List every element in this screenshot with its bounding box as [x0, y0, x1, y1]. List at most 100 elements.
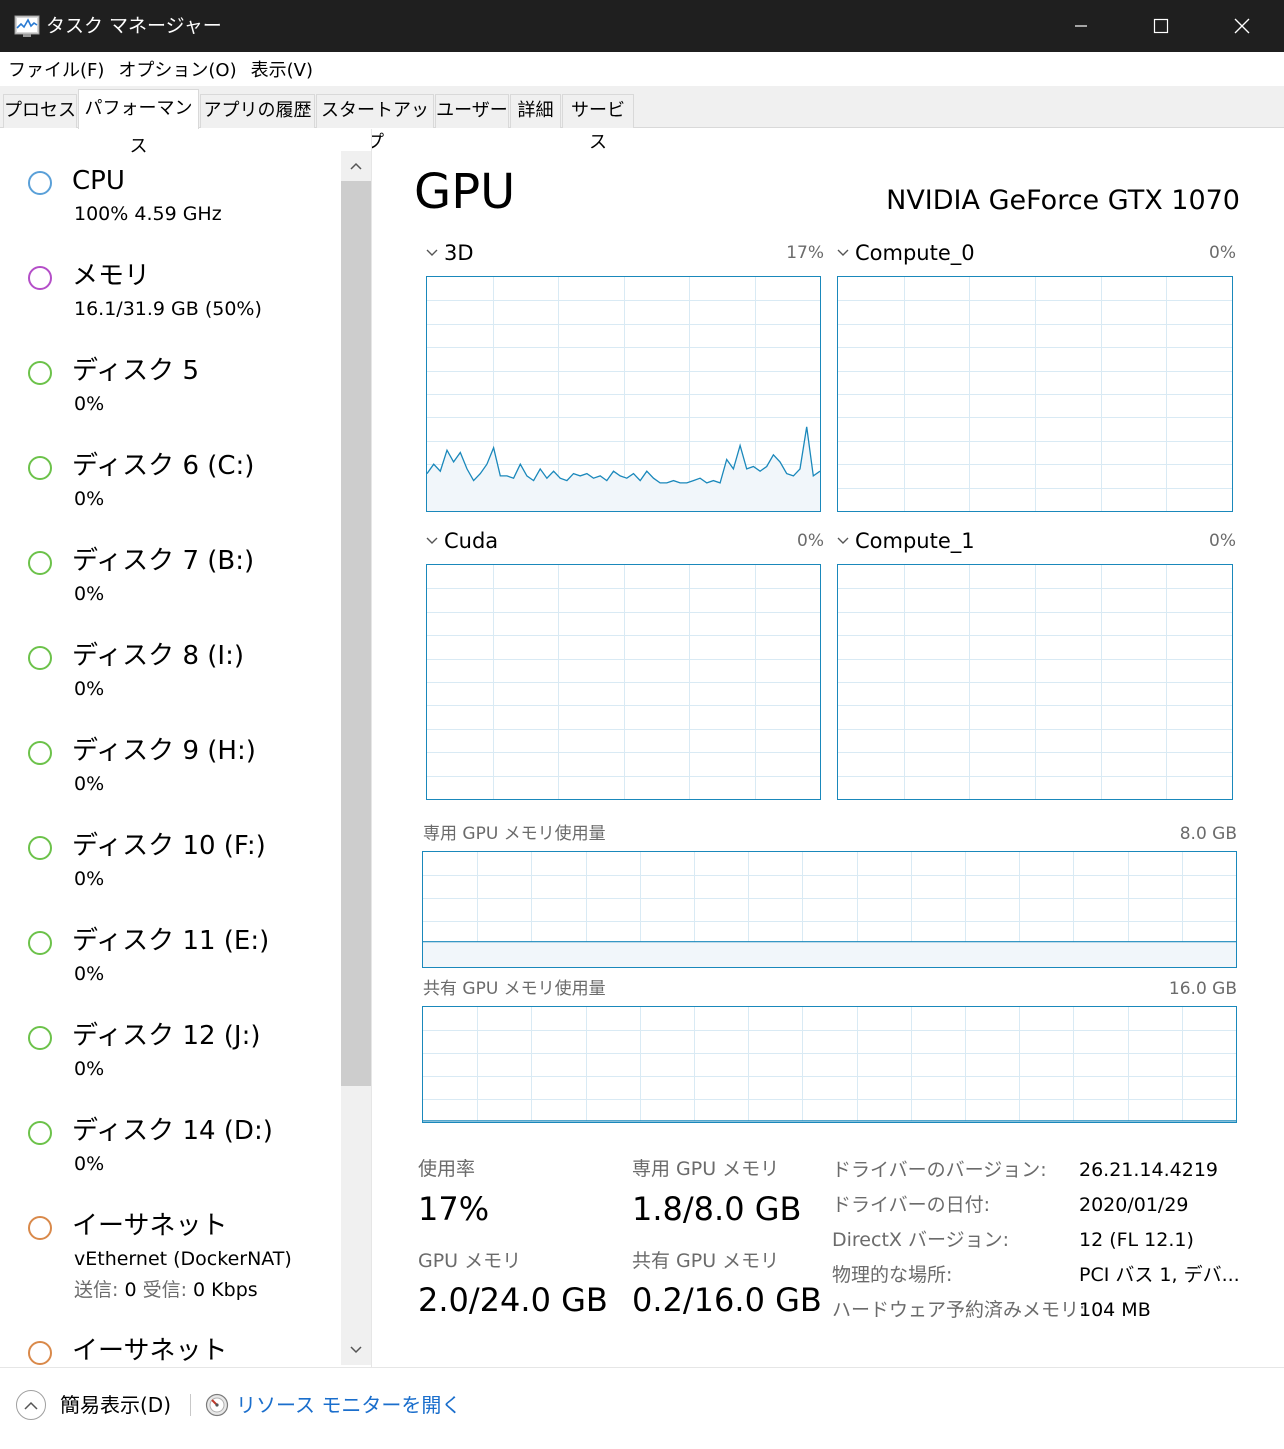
- graph-cuda: [426, 564, 821, 800]
- engine-label-3d[interactable]: 3D: [444, 240, 474, 266]
- sidebar-item-label: ディスク 9 (H:): [72, 736, 256, 766]
- chevron-down-icon: [350, 1346, 362, 1354]
- sidebar-item-memory[interactable]: メモリ 16.1/31.9 GB (50%): [0, 259, 340, 354]
- driver-date-label: ドライバーの日付:: [832, 1194, 991, 1216]
- tab-services[interactable]: サービス: [562, 94, 634, 153]
- graph-3d: [426, 276, 821, 512]
- chevron-down-icon[interactable]: [426, 537, 438, 545]
- sidebar-item-disk-9[interactable]: ディスク 9 (H:) 0%: [0, 734, 340, 829]
- sidebar-item-label: イーサネット: [72, 1336, 228, 1366]
- tab-users[interactable]: ユーザー: [435, 94, 509, 128]
- sidebar-item-disk-6[interactable]: ディスク 6 (C:) 0%: [0, 449, 340, 544]
- menu-options[interactable]: オプション(O): [118, 56, 236, 82]
- minimize-button[interactable]: [1041, 0, 1121, 52]
- sidebar-item-label: ディスク 11 (E:): [72, 926, 270, 956]
- physical-location-value: PCI バス 1, デバ...: [1079, 1264, 1240, 1286]
- sidebar-item-ethernet-2[interactable]: イーサネット: [0, 1334, 340, 1367]
- chevron-down-icon[interactable]: [837, 249, 849, 257]
- memory-status-icon: [28, 266, 52, 290]
- graph-shared-memory: [422, 1006, 1237, 1123]
- shared-memory-max: 16.0 GB: [1168, 979, 1237, 999]
- tab-app-history[interactable]: アプリの履歴: [200, 94, 315, 128]
- menu-bar: ファイル(F) オプション(O) 表示(V): [0, 52, 1284, 86]
- disk-status-icon: [28, 646, 52, 670]
- sidebar-item-detail: 0%: [74, 1058, 105, 1080]
- send-label: 送信:: [74, 1279, 119, 1301]
- graph-shared-memory-plot: [423, 1007, 1236, 1122]
- tab-bar: プロセス パフォーマンス アプリの履歴 スタートアップ ユーザー 詳細 サービス: [0, 86, 1284, 157]
- dedicated-gpu-memory-label: 専用 GPU メモリ: [632, 1158, 780, 1180]
- sidebar-item-label: ディスク 6 (C:): [72, 451, 255, 481]
- sidebar-item-cpu[interactable]: CPU 100% 4.59 GHz: [0, 164, 340, 259]
- reserved-memory-value: 104 MB: [1079, 1299, 1151, 1321]
- engine-label-compute-0[interactable]: Compute_0: [855, 240, 975, 266]
- engine-percent-compute-1: 0%: [1209, 531, 1236, 551]
- sidebar-item-disk-5[interactable]: ディスク 5 0%: [0, 354, 340, 449]
- sidebar-scrollbar[interactable]: [341, 151, 371, 1365]
- sidebar-item-disk-7[interactable]: ディスク 7 (B:) 0%: [0, 544, 340, 639]
- close-button[interactable]: [1202, 0, 1282, 52]
- dedicated-memory-fill: [423, 941, 1236, 967]
- footer-divider: [190, 1394, 191, 1416]
- tab-details[interactable]: 詳細: [510, 94, 561, 128]
- engine-label-compute-1[interactable]: Compute_1: [855, 528, 975, 554]
- engine-label-cuda[interactable]: Cuda: [444, 528, 498, 554]
- gpu-memory-value: 2.0/24.0 GB: [418, 1281, 608, 1319]
- sidebar-item-label: ディスク 12 (J:): [72, 1021, 261, 1051]
- disk-status-icon: [28, 741, 52, 765]
- directx-version-label: DirectX バージョン:: [832, 1229, 1009, 1251]
- driver-date-value: 2020/01/29: [1079, 1194, 1189, 1216]
- gpu-model-name: NVIDIA GeForce GTX 1070: [886, 185, 1240, 216]
- menu-file[interactable]: ファイル(F): [8, 56, 104, 82]
- disk-status-icon: [28, 551, 52, 575]
- maximize-button[interactable]: [1121, 0, 1201, 52]
- utilization-value: 17%: [418, 1190, 490, 1228]
- tab-processes[interactable]: プロセス: [3, 94, 77, 128]
- title-bar: タスク マネージャー: [0, 0, 1284, 52]
- minimize-icon: [1075, 25, 1087, 27]
- sidebar-item-label: ディスク 5: [72, 356, 199, 386]
- sidebar-item-disk-12[interactable]: ディスク 12 (J:) 0%: [0, 1019, 340, 1114]
- resource-monitor-icon[interactable]: [205, 1393, 229, 1417]
- sidebar-item-detail: 0%: [74, 583, 105, 605]
- utilization-label: 使用率: [418, 1158, 476, 1180]
- receive-value: 0 Kbps: [193, 1279, 258, 1301]
- sidebar-item-detail: vEthernet (DockerNAT): [74, 1248, 292, 1270]
- tab-startup[interactable]: スタートアップ: [316, 94, 434, 153]
- sidebar-item-disk-14[interactable]: ディスク 14 (D:) 0%: [0, 1114, 340, 1209]
- dedicated-memory-max: 8.0 GB: [1179, 824, 1237, 844]
- physical-location-label: 物理的な場所:: [832, 1264, 953, 1286]
- sidebar-item-detail: 0%: [74, 963, 105, 985]
- disk-status-icon: [28, 931, 52, 955]
- sidebar-item-label: CPU: [72, 166, 125, 196]
- task-manager-icon: [14, 15, 40, 37]
- sidebar-item-disk-8[interactable]: ディスク 8 (I:) 0%: [0, 639, 340, 734]
- chevron-up-icon: [24, 1401, 38, 1410]
- sidebar-item-disk-10[interactable]: ディスク 10 (F:) 0%: [0, 829, 340, 924]
- graph-compute-0: [837, 276, 1233, 512]
- sidebar-item-disk-11[interactable]: ディスク 11 (E:) 0%: [0, 924, 340, 1019]
- fewer-details-button[interactable]: [16, 1390, 46, 1420]
- scroll-down-button[interactable]: [341, 1335, 371, 1365]
- shared-gpu-memory-label: 共有 GPU メモリ: [632, 1250, 780, 1272]
- disk-status-icon: [28, 1121, 52, 1145]
- driver-version-value: 26.21.14.4219: [1079, 1159, 1219, 1181]
- chevron-down-icon[interactable]: [837, 537, 849, 545]
- disk-status-icon: [28, 361, 52, 385]
- disk-status-icon: [28, 456, 52, 480]
- chevron-down-icon[interactable]: [426, 249, 438, 257]
- driver-version-label: ドライバーのバージョン:: [832, 1159, 1047, 1181]
- dedicated-memory-label: 専用 GPU メモリ使用量: [423, 824, 606, 844]
- open-resource-monitor-link[interactable]: リソース モニターを開く: [236, 1392, 461, 1418]
- tab-performance[interactable]: パフォーマンス: [78, 89, 199, 157]
- fewer-details-label[interactable]: 簡易表示(D): [60, 1392, 171, 1418]
- close-icon: [1234, 18, 1250, 34]
- engine-percent-compute-0: 0%: [1209, 243, 1236, 263]
- sidebar-item-ethernet[interactable]: イーサネット vEthernet (DockerNAT) 送信: 0 受信: 0…: [0, 1209, 340, 1334]
- sidebar-item-detail: 16.1/31.9 GB (50%): [74, 298, 262, 320]
- scroll-up-button[interactable]: [341, 151, 371, 181]
- ethernet-status-icon: [28, 1341, 52, 1365]
- gpu-memory-label: GPU メモリ: [418, 1250, 522, 1272]
- scrollbar-thumb[interactable]: [341, 181, 371, 1086]
- menu-view[interactable]: 表示(V): [251, 56, 313, 82]
